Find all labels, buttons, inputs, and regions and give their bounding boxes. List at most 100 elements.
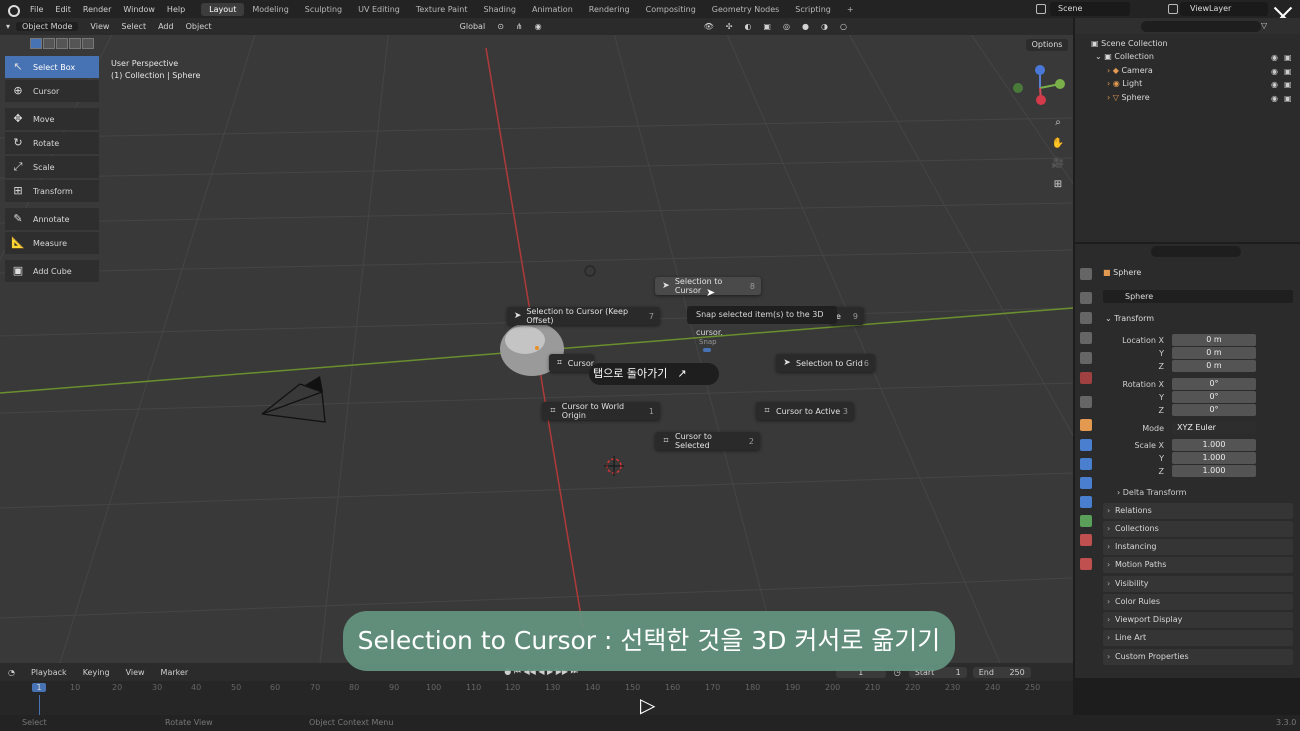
- tab-compositing[interactable]: Compositing: [638, 3, 704, 16]
- tab-texture-paint[interactable]: Texture Paint: [408, 3, 476, 16]
- object-props-icon[interactable]: [1080, 419, 1092, 431]
- scale-y-field[interactable]: 1.000: [1172, 452, 1256, 464]
- pie-cursor-to-world-origin[interactable]: ⌗ Cursor to World Origin 1: [542, 402, 660, 420]
- xray-icon[interactable]: ▣: [757, 22, 777, 31]
- section-line-art[interactable]: Line Art: [1103, 630, 1293, 646]
- filter-icon[interactable]: ▽: [1261, 21, 1267, 30]
- tool-transform[interactable]: ⊞ Transform: [5, 180, 99, 202]
- viewlayer-icon[interactable]: [1168, 4, 1178, 14]
- tab-modeling[interactable]: Modeling: [244, 3, 296, 16]
- timeline-editor-icon[interactable]: ◔: [0, 668, 23, 677]
- menu-view[interactable]: View: [118, 668, 153, 677]
- add-workspace-button[interactable]: +: [839, 3, 862, 16]
- shading-material-icon[interactable]: ◑: [815, 22, 834, 31]
- menu-add[interactable]: Add: [152, 22, 180, 31]
- tab-sculpting[interactable]: Sculpting: [297, 3, 350, 16]
- orientation-dropdown[interactable]: Global: [454, 22, 492, 31]
- zoom-icon[interactable]: ⌕: [1049, 114, 1067, 132]
- play-video-icon[interactable]: ▷: [640, 693, 655, 717]
- section-color-rules[interactable]: Color Rules: [1103, 594, 1293, 610]
- tab-animation[interactable]: Animation: [524, 3, 581, 16]
- scene-field[interactable]: Scene: [1050, 2, 1130, 16]
- pie-selection-to-cursor-keep-offset[interactable]: ➤ Selection to Cursor (Keep Offset) 7: [507, 307, 660, 325]
- navigation-gizmo[interactable]: [1008, 62, 1068, 112]
- tab-shading[interactable]: Shading: [475, 3, 524, 16]
- section-relations[interactable]: Relations: [1103, 503, 1293, 519]
- texture-props-icon[interactable]: [1080, 558, 1092, 570]
- section-instancing[interactable]: Instancing: [1103, 539, 1293, 555]
- shading-solid-icon[interactable]: ●: [796, 22, 815, 31]
- modifier-props-icon[interactable]: [1080, 439, 1092, 451]
- tool-props-icon[interactable]: [1080, 268, 1092, 280]
- scale-z-field[interactable]: 1.000: [1172, 465, 1256, 477]
- menu-keying[interactable]: Keying: [75, 668, 118, 677]
- pie-selection-to-grid[interactable]: ➤ Selection to Grid 6: [776, 354, 875, 372]
- viewlayer-field[interactable]: ViewLayer: [1180, 2, 1268, 16]
- camera-view-icon[interactable]: 🎥: [1049, 155, 1067, 173]
- section-custom-properties[interactable]: Custom Properties: [1103, 649, 1293, 665]
- data-props-icon[interactable]: [1080, 515, 1092, 527]
- properties-search-field[interactable]: [1151, 246, 1241, 257]
- location-y-field[interactable]: 0 m: [1172, 347, 1256, 359]
- render-props-icon[interactable]: [1080, 292, 1092, 304]
- outliner-item-camera[interactable]: › ◆ Camera: [1107, 64, 1153, 77]
- tool-add-cube[interactable]: ▣ Add Cube: [5, 260, 99, 282]
- object-name-field[interactable]: Sphere: [1103, 290, 1293, 303]
- outliner-item-light[interactable]: › ◉ Light: [1107, 77, 1142, 90]
- tool-move[interactable]: ✥ Move: [5, 108, 99, 130]
- scene-props-icon[interactable]: [1080, 352, 1092, 364]
- collection-props-icon[interactable]: [1080, 396, 1092, 408]
- tool-scale[interactable]: ⤢ Scale: [5, 156, 99, 178]
- select-intersect-icon[interactable]: [82, 38, 94, 49]
- pie-cursor-to[interactable]: ⌗ Cursor: [549, 354, 594, 372]
- gizmo-icon[interactable]: ✣: [720, 22, 739, 31]
- select-new-icon[interactable]: [30, 38, 42, 49]
- menu-object[interactable]: Object: [180, 22, 218, 31]
- options-button[interactable]: Options: [1026, 39, 1068, 51]
- tab-rendering[interactable]: Rendering: [581, 3, 638, 16]
- tool-annotate[interactable]: ✎ Annotate: [5, 208, 99, 230]
- rotation-x-field[interactable]: 0°: [1172, 378, 1256, 390]
- particles-props-icon[interactable]: [1080, 458, 1092, 470]
- pie-cursor-to-active[interactable]: ⌗ Cursor to Active 3: [756, 402, 854, 420]
- eye-icon[interactable]: ◉ ◉ ◉ ◉: [1271, 51, 1278, 105]
- menu-render[interactable]: Render: [77, 5, 117, 14]
- constraints-props-icon[interactable]: [1080, 496, 1092, 508]
- menu-window[interactable]: Window: [117, 5, 161, 14]
- menu-help[interactable]: Help: [161, 5, 191, 14]
- location-x-field[interactable]: 0 m: [1172, 334, 1256, 346]
- section-viewport-display[interactable]: Viewport Display: [1103, 612, 1293, 628]
- location-z-field[interactable]: 0 m: [1172, 360, 1256, 372]
- outliner-search-field[interactable]: [1141, 21, 1261, 32]
- tool-rotate[interactable]: ↻ Rotate: [5, 132, 99, 154]
- rotation-y-field[interactable]: 0°: [1172, 391, 1256, 403]
- camera-render-icon[interactable]: ▣ ▣ ▣ ▣: [1284, 51, 1292, 105]
- output-props-icon[interactable]: [1080, 312, 1092, 324]
- section-visibility[interactable]: Visibility: [1103, 576, 1293, 592]
- overlay-icon[interactable]: ◐: [738, 22, 757, 31]
- perspective-grid-icon[interactable]: ⊞: [1049, 176, 1067, 194]
- pan-hand-icon[interactable]: ✋: [1049, 135, 1067, 153]
- menu-view[interactable]: View: [84, 22, 115, 31]
- section-motion-paths[interactable]: Motion Paths: [1103, 557, 1293, 573]
- visibility-icon[interactable]: 👁: [698, 22, 720, 31]
- transform-header[interactable]: ⌄ Transform: [1105, 314, 1154, 323]
- menu-file[interactable]: File: [24, 5, 49, 14]
- scene-icon[interactable]: [1036, 4, 1046, 14]
- rotation-z-field[interactable]: 0°: [1172, 404, 1256, 416]
- blender-logo-icon[interactable]: [6, 3, 20, 17]
- outliner-item-sphere[interactable]: › ▽ Sphere: [1107, 91, 1150, 104]
- tab-layout[interactable]: Layout: [201, 2, 245, 16]
- tool-cursor[interactable]: ⊕ Cursor: [5, 80, 99, 102]
- pie-cursor-to-selected[interactable]: ⌗ Cursor to Selected 2: [655, 432, 760, 450]
- shading-wire-icon[interactable]: ◎: [777, 22, 796, 31]
- view-layer-props-icon[interactable]: [1080, 332, 1092, 344]
- world-props-icon[interactable]: [1080, 372, 1092, 384]
- scale-x-field[interactable]: 1.000: [1172, 439, 1256, 451]
- end-frame-field[interactable]: End 250: [972, 666, 1031, 678]
- menu-edit[interactable]: Edit: [49, 5, 77, 14]
- shading-render-icon[interactable]: ○: [834, 22, 853, 31]
- timeline-ruler[interactable]: 1 10 20 30 40 50 60 70 80 90 100 110 120…: [0, 683, 1073, 695]
- select-subtract-icon[interactable]: [56, 38, 68, 49]
- return-to-tab-overlay[interactable]: 탭으로 돌아가기 ↗: [589, 363, 719, 385]
